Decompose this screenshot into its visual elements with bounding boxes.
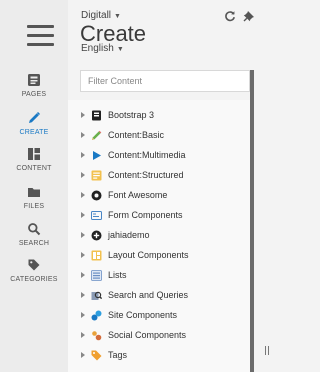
expand-arrow-icon[interactable] <box>81 192 85 198</box>
nav-item-create[interactable]: CREATE <box>0 110 68 150</box>
pin-icon[interactable] <box>243 10 255 22</box>
tree-item-label: Bootstrap 3 <box>108 110 155 120</box>
search-queries-icon <box>91 291 102 300</box>
expand-arrow-icon[interactable] <box>81 232 85 238</box>
nav-item-content[interactable]: CONTENT <box>0 146 68 186</box>
list-icon <box>91 270 102 281</box>
expand-arrow-icon[interactable] <box>81 252 85 258</box>
tree-item-label: jahiademo <box>108 230 150 240</box>
tree-item-font-awesome[interactable]: Font Awesome <box>68 187 250 206</box>
tree-item-social-components[interactable]: Social Components <box>68 327 250 346</box>
tree-item-content-basic[interactable]: Content:Basic <box>68 127 250 146</box>
tree-item-tags[interactable]: Tags <box>68 347 250 366</box>
nav-item-search[interactable]: SEARCH <box>0 221 68 261</box>
expand-arrow-icon[interactable] <box>81 212 85 218</box>
language-selector[interactable]: English ▼ <box>81 43 124 54</box>
tree-item-lists[interactable]: Lists <box>68 267 250 286</box>
tree-item-label: Lists <box>108 270 127 280</box>
content-type-tree: Bootstrap 3 Content:Basic Content:Multim… <box>68 100 250 372</box>
plus-circle-icon <box>91 230 102 241</box>
nav-label-categories: CATEGORIES <box>10 276 58 283</box>
tree-item-content-structured[interactable]: Content:Structured <box>68 167 250 186</box>
site-selector[interactable]: Digitall ▼ <box>81 10 121 21</box>
layout-icon <box>91 250 102 261</box>
play-icon <box>93 151 101 160</box>
tree-item-layout-components[interactable]: Layout Components <box>68 247 250 266</box>
site-components-icon <box>91 310 102 321</box>
pencil-green-icon <box>92 130 102 140</box>
expand-arrow-icon[interactable] <box>81 332 85 338</box>
nav-item-categories[interactable]: CATEGORIES <box>0 257 68 297</box>
tree-item-label: Content:Multimedia <box>108 150 186 160</box>
tree-item-label: Site Components <box>108 310 178 320</box>
tree-item-bootstrap-3[interactable]: Bootstrap 3 <box>68 107 250 126</box>
nav-item-pages[interactable]: PAGES <box>0 72 68 112</box>
panel-resize-handle[interactable] <box>265 346 269 355</box>
expand-arrow-icon[interactable] <box>81 152 85 158</box>
tree-item-content-multimedia[interactable]: Content:Multimedia <box>68 147 250 166</box>
nav-label-create: CREATE <box>19 129 49 136</box>
chevron-down-icon: ▼ <box>116 46 124 53</box>
tree-item-site-components[interactable]: Site Components <box>68 307 250 326</box>
expand-arrow-icon[interactable] <box>81 312 85 318</box>
tree-item-label: Tags <box>108 350 128 360</box>
tree-item-label: Social Components <box>108 330 187 340</box>
chevron-down-icon: ▼ <box>114 13 121 20</box>
tags-icon <box>91 350 102 361</box>
tree-item-label: Search and Queries <box>108 290 189 300</box>
tag-icon <box>28 259 40 271</box>
search-icon <box>28 223 41 236</box>
bootstrap-icon <box>92 110 101 121</box>
expand-arrow-icon[interactable] <box>81 132 85 138</box>
nav-label-files: FILES <box>23 203 45 210</box>
font-awesome-icon <box>91 190 102 201</box>
tree-item-jahiademo[interactable]: jahiademo <box>68 227 250 246</box>
tree-item-label: Content:Basic <box>108 130 165 140</box>
tree-item-label: Content:Structured <box>108 170 184 180</box>
expand-arrow-icon[interactable] <box>81 272 85 278</box>
filter-content-input[interactable] <box>80 70 250 92</box>
nav-label-search: SEARCH <box>18 240 50 247</box>
tree-item-search-and-queries[interactable]: Search and Queries <box>68 287 250 306</box>
site-name: Digitall <box>81 10 112 21</box>
language-name: English <box>81 43 114 54</box>
hamburger-menu-icon[interactable] <box>27 25 54 46</box>
expand-arrow-icon[interactable] <box>81 172 85 178</box>
nav-item-files[interactable]: FILES <box>0 184 68 224</box>
structured-doc-icon <box>91 170 102 181</box>
nav-label-pages: PAGES <box>21 91 47 98</box>
expand-arrow-icon[interactable] <box>81 352 85 358</box>
form-icon <box>91 211 102 220</box>
social-icon <box>92 331 102 341</box>
content-grid-icon <box>28 148 40 160</box>
vertical-scrollbar[interactable] <box>250 70 254 372</box>
tree-item-label: Layout Components <box>108 250 189 260</box>
pencil-icon <box>29 111 41 123</box>
nav-label-content: CONTENT <box>16 165 52 172</box>
tree-item-form-components[interactable]: Form Components <box>68 207 250 226</box>
expand-arrow-icon[interactable] <box>81 292 85 298</box>
tree-item-label: Font Awesome <box>108 190 168 200</box>
folder-icon <box>28 188 40 197</box>
left-nav-rail: PAGES CREATE CONTENT FILES SEARCH CATEGO… <box>0 0 68 372</box>
tree-item-label: Form Components <box>108 210 183 220</box>
expand-arrow-icon[interactable] <box>81 112 85 118</box>
refresh-icon[interactable] <box>224 10 236 22</box>
pages-icon <box>28 74 40 86</box>
